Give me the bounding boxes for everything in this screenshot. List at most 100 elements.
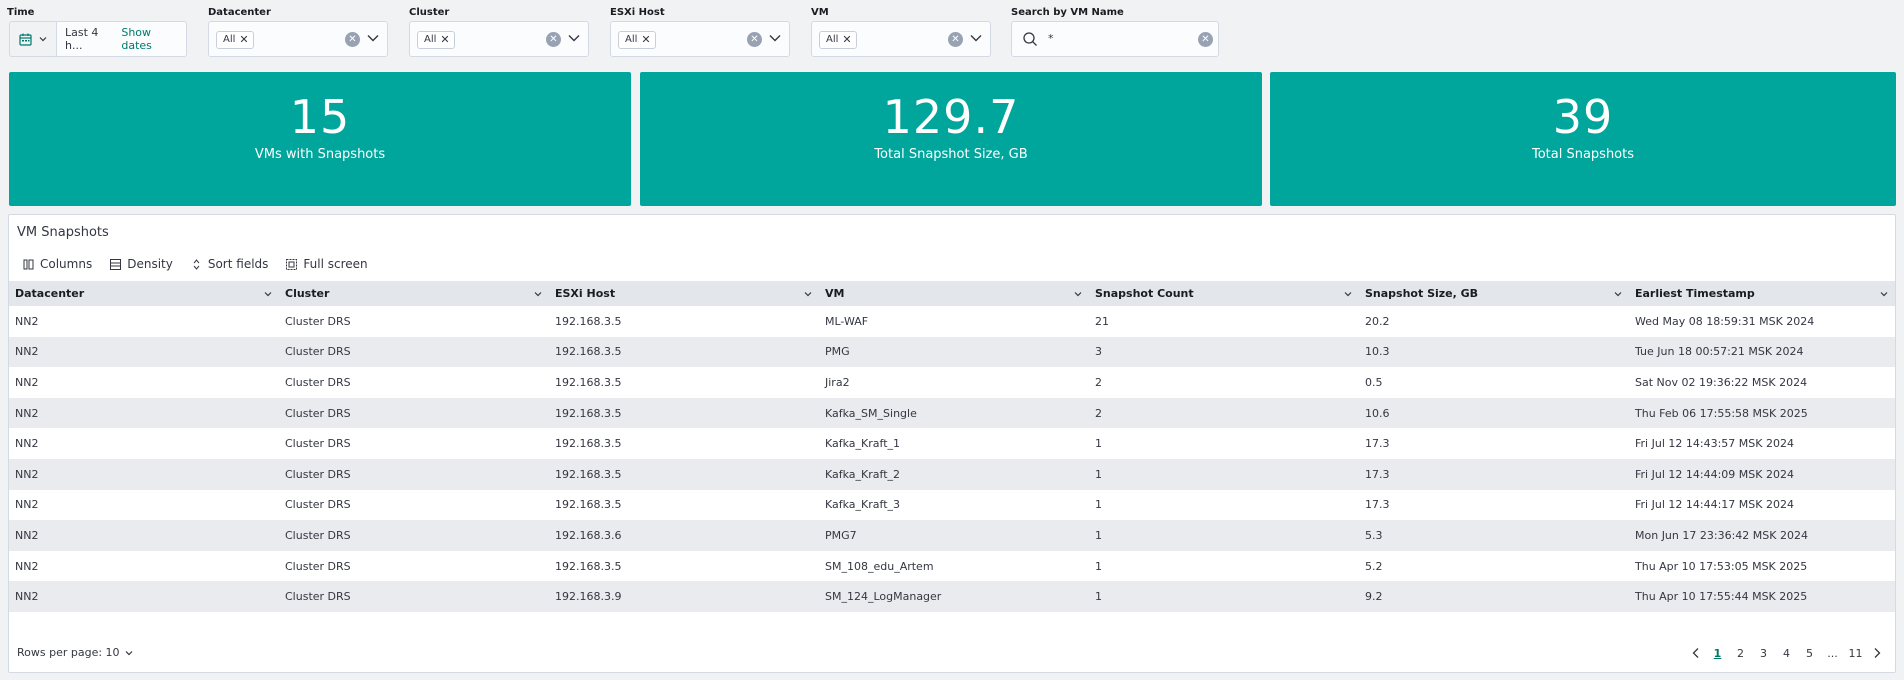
clear-icon[interactable]: ✕ (546, 32, 561, 47)
clear-icon[interactable]: ✕ (948, 32, 963, 47)
table-cell: 192.168.3.5 (555, 437, 622, 451)
calendar-button[interactable] (9, 21, 57, 57)
chevron-down-icon[interactable] (968, 30, 984, 46)
table-cell: Sat Nov 02 19:36:22 MSK 2024 (1635, 375, 1808, 389)
column-header[interactable]: VM (819, 281, 1089, 306)
cluster-select[interactable]: All ✕ ✕ (409, 21, 589, 57)
time-picker[interactable]: Last 4 h... Show dates (9, 21, 187, 57)
full-screen-label: Full screen (303, 257, 368, 271)
table-cell: 17.3 (1365, 498, 1390, 512)
table-cell: 0.5 (1365, 375, 1383, 389)
table-cell: Fri Jul 12 14:44:17 MSK 2024 (1635, 498, 1794, 512)
chip-remove-icon[interactable]: ✕ (842, 32, 851, 48)
table-cell: 192.168.3.5 (549, 397, 819, 429)
column-header-label: Snapshot Count (1095, 287, 1194, 300)
chevron-down-icon[interactable] (1879, 289, 1889, 299)
chevron-down-icon[interactable] (365, 30, 381, 46)
table-cell: NN2 (15, 437, 39, 451)
chevron-down-icon[interactable] (803, 289, 813, 299)
stat-card-snapshots: 39 Total Snapshots (1270, 72, 1896, 206)
table-cell: 20.2 (1365, 314, 1390, 328)
chevron-down-icon[interactable] (1613, 289, 1623, 299)
chevron-down-icon[interactable] (1343, 289, 1353, 299)
clear-icon[interactable]: ✕ (1198, 32, 1213, 47)
page-button[interactable]: 2 (1729, 647, 1752, 660)
vm-select[interactable]: All ✕ ✕ (811, 21, 991, 57)
column-header[interactable]: Snapshot Size, GB (1359, 281, 1629, 306)
column-header[interactable]: Datacenter (9, 281, 279, 306)
table-row: NN2 Cluster DRS 192.168.3.5 Kafka_Kraft_1 1 1… (9, 428, 1895, 459)
table-cell: 192.168.3.5 (555, 498, 622, 512)
prev-page-button[interactable] (1686, 646, 1706, 660)
table-cell: 21 (1095, 314, 1109, 328)
table-row: NN2 Cluster DRS 192.168.3.9 SM_124_LogManag… (9, 581, 1895, 612)
fullscreen-icon (286, 258, 298, 270)
next-page-button[interactable] (1867, 646, 1887, 660)
full-screen-button[interactable]: Full screen (286, 257, 368, 271)
table-row: NN2 Cluster DRS 192.168.3.5 Jira2 2 0.5 Sat No… (9, 367, 1895, 398)
time-filter: Time (7, 6, 34, 20)
chevron-down-icon[interactable] (533, 289, 543, 299)
panel-title: VM Snapshots (17, 225, 109, 240)
table-cell: Jira2 (825, 375, 850, 389)
page-button[interactable]: 11 (1844, 647, 1867, 660)
rows-per-page-label: Rows per page: 10 (17, 646, 120, 659)
table-cell: 9.2 (1359, 581, 1629, 612)
column-header[interactable]: Earliest Timestamp (1629, 281, 1895, 306)
chevron-down-icon[interactable] (767, 30, 783, 46)
table-cell: PMG (819, 336, 1089, 368)
page-button[interactable]: 4 (1775, 647, 1798, 660)
table-row: NN2 Cluster DRS 192.168.3.5 ML-WAF 21 20.2 Wed… (9, 306, 1895, 337)
search-input[interactable]: * ✕ (1011, 21, 1219, 57)
search-filter-label: Search by VM Name (1011, 7, 1124, 18)
page-button[interactable]: 1 (1706, 647, 1729, 660)
page-button[interactable]: 3 (1752, 647, 1775, 660)
column-header[interactable]: Cluster (279, 281, 549, 306)
column-header-label: Datacenter (15, 287, 85, 300)
table-cell: Thu Apr 10 17:55:44 MSK 2025 (1629, 581, 1895, 612)
stat-card-size: 129.7 Total Snapshot Size, GB (640, 72, 1262, 206)
table-cell: Cluster DRS (285, 498, 351, 512)
table-cell: Cluster DRS (279, 458, 549, 490)
sort-fields-button[interactable]: Sort fields (191, 257, 269, 271)
chevron-down-icon (125, 650, 132, 655)
table-cell: Fri Jul 12 14:43:57 MSK 2024 (1635, 437, 1794, 451)
table-cell: 192.168.3.5 (549, 458, 819, 490)
chip-label: All (826, 34, 839, 45)
columns-button[interactable]: Columns (23, 257, 92, 271)
chip-remove-icon[interactable]: ✕ (239, 32, 248, 48)
table-cell: NN2 (15, 314, 39, 328)
esxi-host-select[interactable]: All ✕ ✕ (610, 21, 790, 57)
time-range-display[interactable]: Last 4 h... Show dates (57, 21, 187, 57)
stat-label: Total Snapshot Size, GB (874, 147, 1028, 162)
chevron-down-icon[interactable] (1073, 289, 1083, 299)
chip-remove-icon[interactable]: ✕ (440, 32, 449, 48)
cluster-chip: All ✕ (417, 31, 455, 49)
clear-icon[interactable]: ✕ (747, 32, 762, 47)
chip-remove-icon[interactable]: ✕ (641, 32, 650, 48)
table-cell: Thu Feb 06 17:55:58 MSK 2025 (1629, 397, 1895, 429)
chevron-down-icon[interactable] (263, 289, 273, 299)
table-cell: Cluster DRS (285, 559, 351, 573)
table-cell: 192.168.3.5 (555, 375, 622, 389)
column-header[interactable]: ESXi Host (549, 281, 819, 306)
clear-icon[interactable]: ✕ (345, 32, 360, 47)
table-cell: Cluster DRS (285, 437, 351, 451)
datacenter-select[interactable]: All ✕ ✕ (208, 21, 388, 57)
sort-fields-label: Sort fields (207, 257, 269, 271)
page-ellipsis: ... (1827, 646, 1838, 660)
table-cell: 192.168.3.5 (555, 559, 622, 573)
esxi-host-chip: All ✕ (618, 31, 656, 49)
show-dates-link[interactable]: Show dates (121, 26, 178, 52)
column-header[interactable]: Snapshot Count (1089, 281, 1359, 306)
table-cell: NN2 (9, 458, 279, 490)
datacenter-filter-label: Datacenter (208, 7, 271, 18)
table-cell: 17.3 (1359, 458, 1629, 490)
chevron-down-icon[interactable] (566, 30, 582, 46)
rows-per-page-select[interactable]: Rows per page: 10 (17, 646, 134, 659)
vm-snapshots-panel: VM Snapshots Columns Density Sort fields… (8, 214, 1896, 673)
cluster-filter: Cluster All ✕ ✕ (409, 6, 589, 57)
page-button[interactable]: 5 (1798, 647, 1821, 660)
density-button[interactable]: Density (110, 257, 173, 271)
sort-icon (193, 258, 200, 270)
